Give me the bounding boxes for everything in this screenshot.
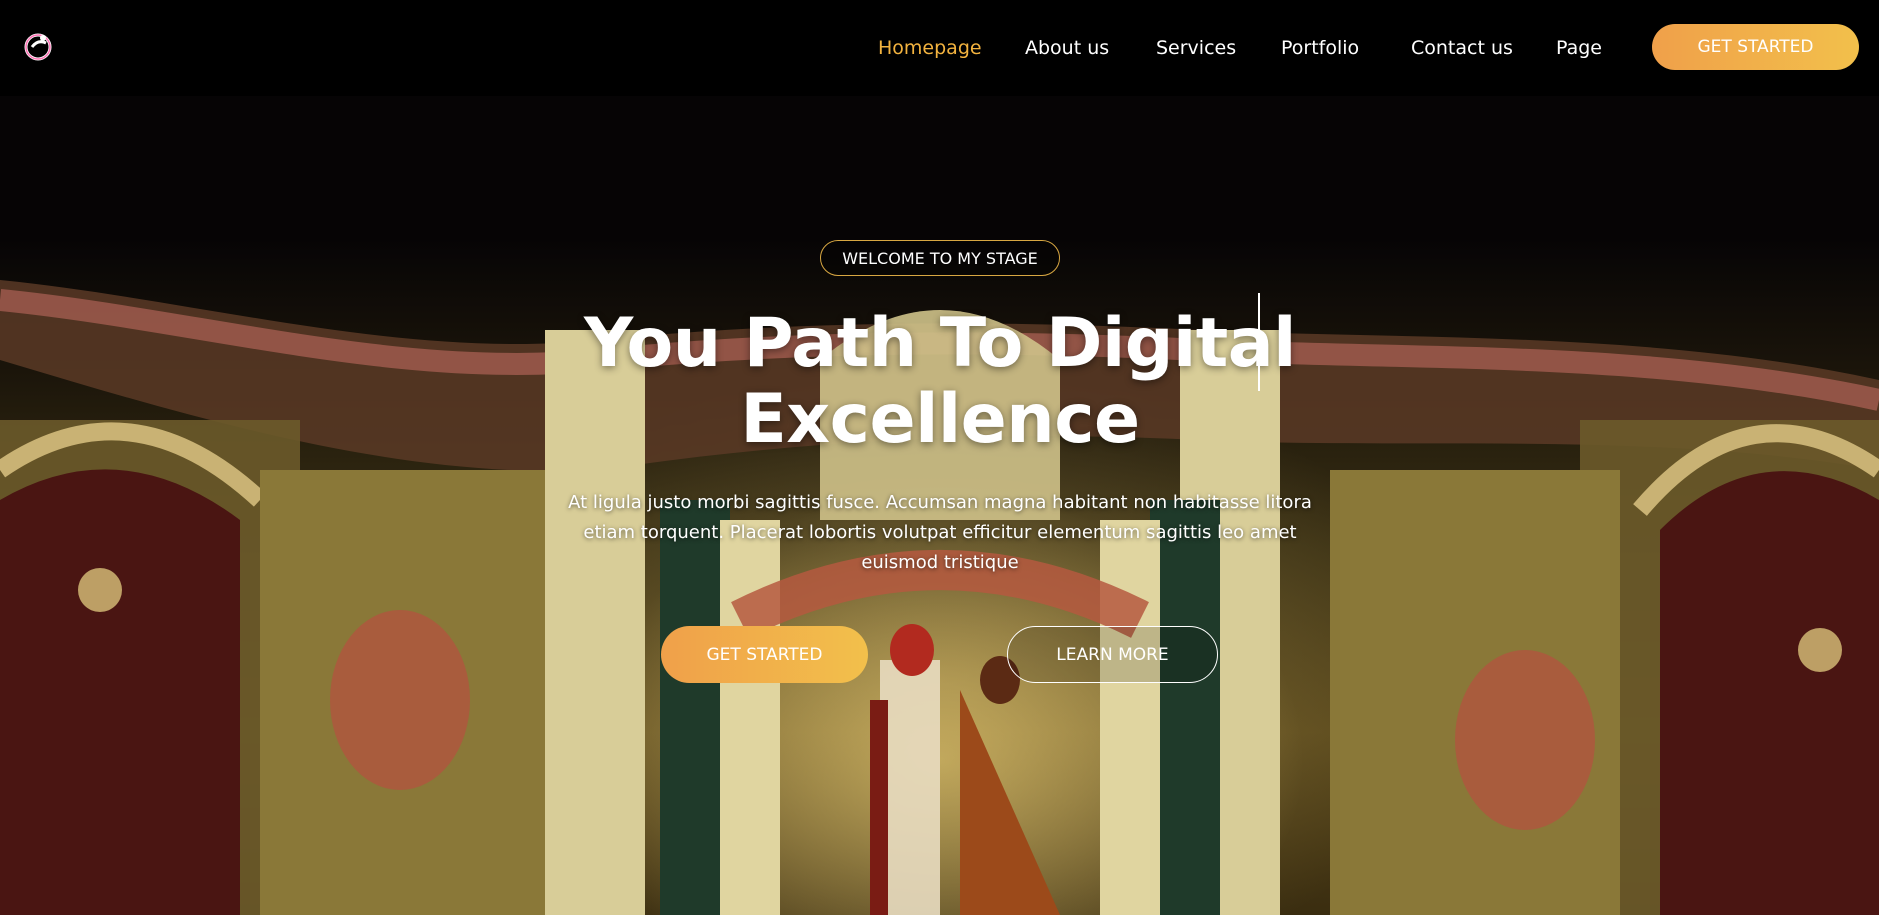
nav-contact-us[interactable]: Contact us: [1411, 37, 1513, 59]
nav-homepage[interactable]: Homepage: [878, 37, 982, 59]
hero-title-line-2: Excellence: [740, 380, 1140, 459]
nav-services[interactable]: Services: [1156, 37, 1236, 59]
hero-get-started-button[interactable]: GET STARTED: [661, 626, 868, 683]
navbar: Homepage About us Services Portfolio Con…: [0, 0, 1879, 96]
nav-page[interactable]: Page: [1556, 37, 1602, 59]
welcome-badge: WELCOME TO MY STAGE: [820, 240, 1060, 276]
page: Homepage About us Services Portfolio Con…: [0, 0, 1879, 915]
text-cursor: [1258, 293, 1260, 391]
nav-portfolio[interactable]: Portfolio: [1281, 37, 1359, 59]
hero-title: You Path To Digital Excellence: [540, 306, 1340, 458]
hero-learn-more-button[interactable]: LEARN MORE: [1007, 626, 1218, 683]
hero-subtitle: At ligula justo morbi sagittis fusce. Ac…: [568, 492, 1312, 573]
header-get-started-button[interactable]: GET STARTED: [1652, 24, 1859, 70]
nav-about-us[interactable]: About us: [1025, 37, 1109, 59]
hero-title-line-1: You Path To Digital: [584, 304, 1296, 383]
ring-logo-icon[interactable]: [22, 27, 54, 67]
